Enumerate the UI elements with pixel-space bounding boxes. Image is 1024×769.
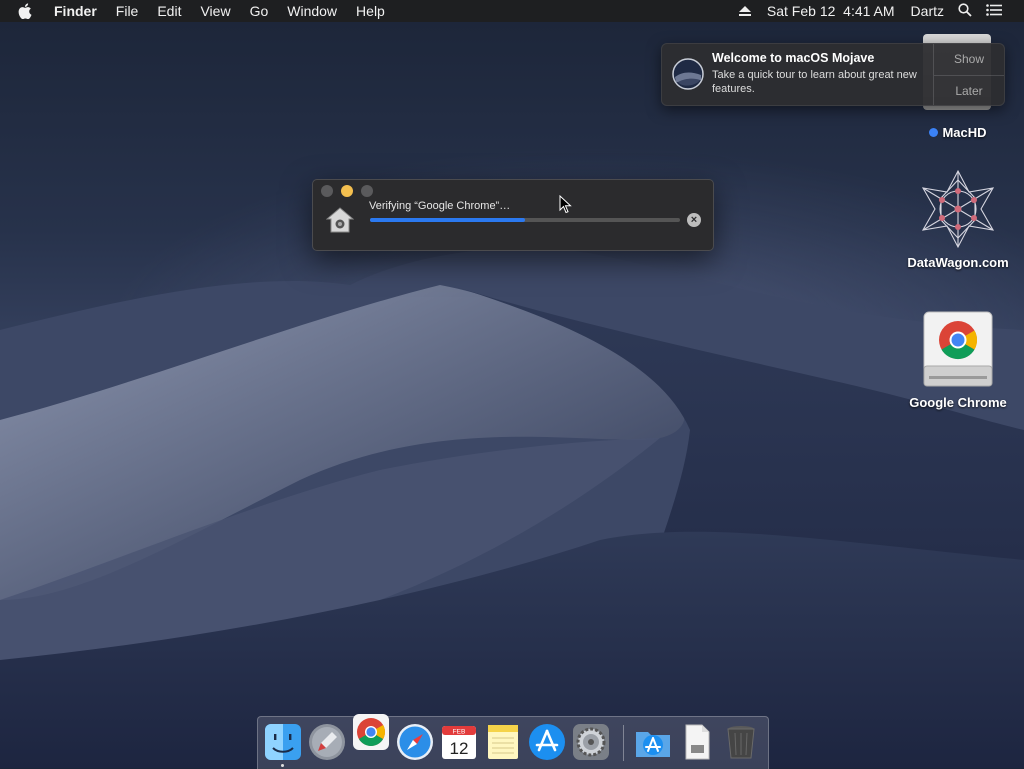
desktop-wallpaper [0, 248, 1024, 768]
search-icon[interactable] [958, 2, 972, 20]
menu-bar: Finder File Edit View Go Window Help Sat… [0, 0, 1024, 22]
notification-title: Welcome to macOS Mojave [712, 51, 875, 65]
dock-separator [623, 725, 624, 761]
desktop-icon-label: DataWagon.com [907, 255, 1009, 270]
menubar-user[interactable]: Dartz [911, 3, 944, 19]
chrome-dmg-icon [923, 311, 993, 387]
close-button[interactable] [321, 185, 333, 197]
calendar-month: FEB [453, 729, 466, 736]
menu-window[interactable]: Window [287, 3, 337, 19]
datawagon-icon [921, 169, 995, 249]
progress-bar [370, 218, 680, 222]
dock-trash-icon[interactable] [722, 723, 760, 761]
dock: FEB 12 [257, 713, 769, 769]
tag-dot [929, 128, 939, 137]
apple-icon[interactable] [18, 3, 40, 19]
zoom-button[interactable] [361, 185, 373, 197]
menu-go[interactable]: Go [250, 3, 269, 19]
dock-app-store-icon[interactable] [528, 723, 566, 761]
desktop-icon-google-chrome[interactable]: Google Chrome [898, 310, 1018, 410]
dock-notes-icon[interactable] [484, 723, 522, 761]
menu-help[interactable]: Help [356, 3, 385, 19]
dock-launchpad-icon[interactable] [308, 723, 346, 761]
menubar-clock[interactable]: Sat Feb 12 4:41 AM [767, 3, 895, 19]
list-icon[interactable] [986, 3, 1002, 19]
menu-app-name[interactable]: Finder [54, 3, 97, 19]
mouse-cursor-icon [559, 195, 572, 214]
menu-file[interactable]: File [116, 3, 139, 19]
notification-later-button[interactable]: Later [934, 75, 1004, 106]
notification-show-button[interactable]: Show [934, 44, 1004, 74]
desktop-icon-machd[interactable]: MacHD [898, 124, 1018, 142]
menu-view[interactable]: View [200, 3, 230, 19]
dock-applications-icon[interactable] [634, 723, 672, 761]
notification-body: Take a quick tour to learn about great n… [712, 69, 917, 95]
mojave-icon [672, 58, 704, 90]
progress-fill [370, 218, 525, 222]
cancel-icon[interactable]: × [687, 213, 701, 227]
running-indicator [281, 764, 284, 767]
dock-finder-icon[interactable] [264, 723, 302, 761]
menu-edit[interactable]: Edit [157, 3, 181, 19]
eject-icon[interactable] [738, 3, 751, 19]
calendar-day: 12 [450, 739, 469, 758]
dock-document-icon[interactable] [678, 723, 716, 761]
notification-banner[interactable]: Welcome to macOS Mojave Take a quick tou… [661, 43, 1005, 106]
desktop-icon-datawagon[interactable]: DataWagon.com [898, 168, 1018, 270]
dock-chrome-icon[interactable] [352, 713, 390, 751]
dock-calendar-icon[interactable]: FEB 12 [440, 723, 478, 761]
desktop-icon-label: MacHD [942, 125, 987, 140]
dock-system-preferences-icon[interactable] [572, 723, 610, 761]
minimize-button[interactable] [341, 185, 353, 197]
house-icon [325, 207, 355, 238]
verifying-label: Verifying “Google Chrome”… [369, 200, 511, 212]
verifying-window: Verifying “Google Chrome”… × [312, 179, 714, 251]
desktop-icon-label: Google Chrome [909, 395, 1007, 410]
dock-safari-icon[interactable] [396, 723, 434, 761]
